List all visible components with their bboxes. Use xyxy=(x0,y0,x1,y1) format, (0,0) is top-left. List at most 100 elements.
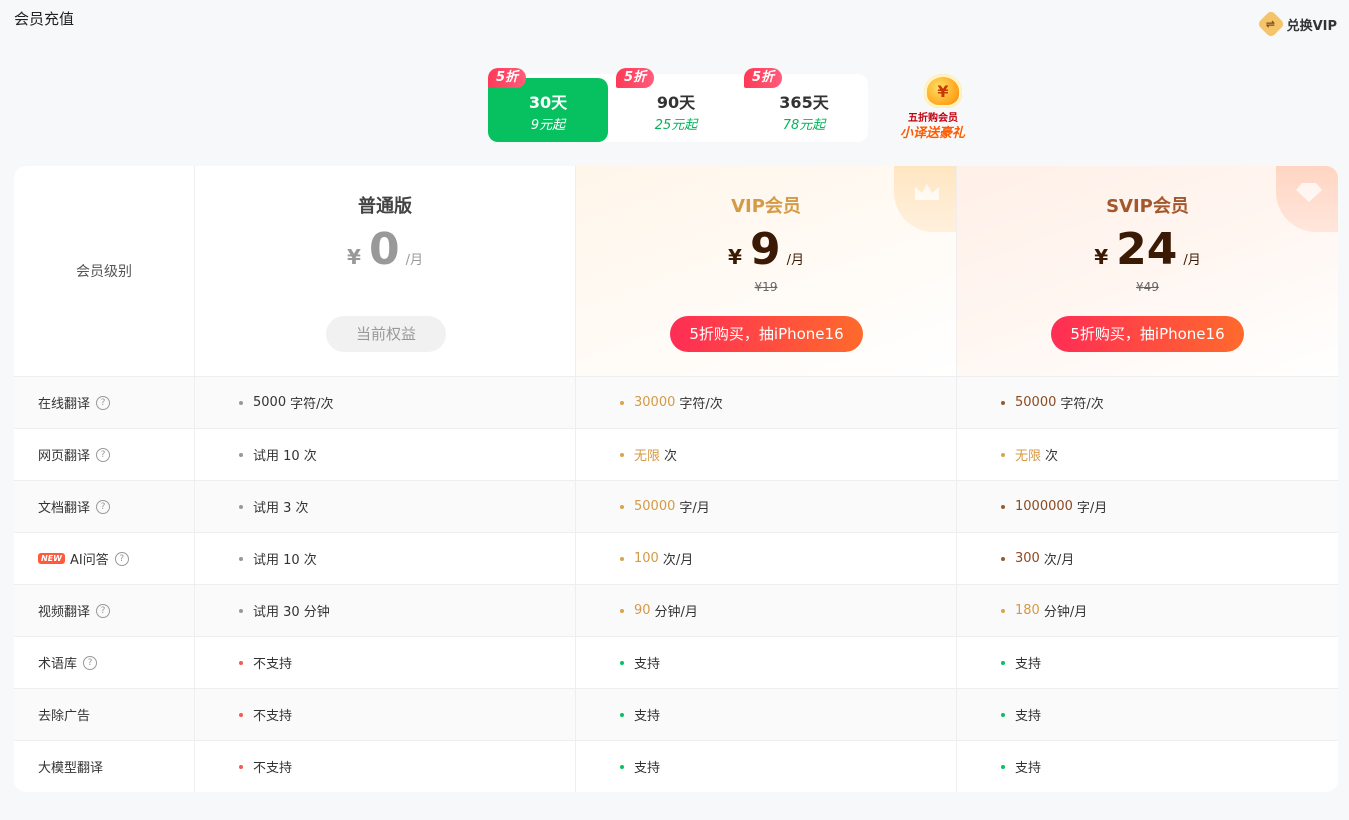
value-text: 支持 xyxy=(1015,657,1042,672)
svip-value-cell: 180 分钟/月 xyxy=(957,585,1338,636)
bullet-icon xyxy=(239,452,243,457)
feature-label: AI问答 xyxy=(69,553,109,568)
price-unit: /月 xyxy=(1183,253,1201,268)
vip-value-cell: 30000 字符/次 xyxy=(576,377,957,428)
plan-price: 78元起 xyxy=(782,118,826,133)
feature-row-online-translate: 在线翻译 ? 5000 字符/次 30000 字符/次 50000 字符/次 xyxy=(14,376,1338,428)
discount-badge: 5折 xyxy=(744,68,783,88)
feature-label: 网页翻译 xyxy=(38,449,91,464)
vip-value-cell: 90 分钟/月 xyxy=(576,585,957,636)
bullet-icon xyxy=(620,452,624,457)
value-unit: 字符/次 xyxy=(290,397,334,412)
plan-days: 30天 xyxy=(528,93,568,112)
feature-label-cell: 网页翻译 ? xyxy=(14,429,195,480)
value-amount: 30000 xyxy=(634,395,676,410)
value-amount: 50000 xyxy=(634,499,676,514)
plan-tab-365-days[interactable]: 5折 365天 78元起 xyxy=(744,68,864,142)
feature-row-web-translate: 网页翻译 ? 试用 10 次 无限次 无限次 xyxy=(14,428,1338,480)
bullet-icon xyxy=(239,400,243,405)
feature-label-cell: 在线翻译 ? xyxy=(14,377,195,428)
help-icon[interactable]: ? xyxy=(96,603,111,618)
value-text: 支持 xyxy=(634,657,661,672)
value-unit: 字符/次 xyxy=(1060,397,1104,412)
tier-name: 普通版 xyxy=(358,196,412,217)
bullet-icon xyxy=(239,764,243,769)
feature-label-cell: NEW AI问答 ? xyxy=(14,533,195,584)
basic-value-cell: 试用 10 次 xyxy=(195,533,576,584)
gift-coin-icon: ¥ xyxy=(924,74,962,108)
tier-svip: SVIP会员 ¥ 24 /月 ¥49 5折购买，抽iPhone16 xyxy=(957,166,1338,376)
feature-rows: 在线翻译 ? 5000 字符/次 30000 字符/次 50000 字符/次 网页翻译… xyxy=(14,376,1338,792)
value-text: 支持 xyxy=(1015,761,1042,776)
help-icon[interactable]: ? xyxy=(83,655,98,670)
current-benefits-button[interactable]: 当前权益 xyxy=(326,316,446,352)
discount-badge: 5折 xyxy=(616,68,655,88)
value-text: 不支持 xyxy=(253,761,293,776)
value-amount: 试用 3 次 xyxy=(253,501,309,516)
buy-vip-button[interactable]: 5折购买，抽iPhone16 xyxy=(670,316,863,352)
plan-tab-30-days[interactable]: 5折 30天 9元起 xyxy=(488,68,608,142)
price-amount: 0 xyxy=(368,224,400,275)
exchange-icon: ⇌ xyxy=(1256,9,1285,39)
feature-label: 术语库 xyxy=(38,657,78,672)
feature-label: 去除广告 xyxy=(38,709,91,724)
svip-value-cell: 1000000 字/月 xyxy=(957,481,1338,532)
feature-row-ai-qa: NEW AI问答 ? 试用 10 次 100 次/月 300 次/月 xyxy=(14,532,1338,584)
feature-row-llm-translate: 大模型翻译 不支持 支持 支持 xyxy=(14,740,1338,792)
feature-row-document-translate: 文档翻译 ? 试用 3 次 50000 字/月 1000000 字/月 xyxy=(14,480,1338,532)
bullet-icon xyxy=(1001,556,1005,561)
svip-value-cell: 支持 xyxy=(957,637,1338,688)
feature-label-cell: 术语库 ? xyxy=(14,637,195,688)
value-unit: 分钟/月 xyxy=(654,605,698,620)
bullet-icon xyxy=(1001,452,1005,457)
currency-symbol: ¥ xyxy=(347,245,361,269)
currency-symbol: ¥ xyxy=(1094,245,1109,269)
bullet-icon xyxy=(1001,400,1005,405)
vip-value-cell: 支持 xyxy=(576,741,957,792)
basic-value-cell: 不支持 xyxy=(195,637,576,688)
help-icon[interactable]: ? xyxy=(114,551,129,566)
svip-value-cell: 支持 xyxy=(957,741,1338,792)
plan-tab-90-days[interactable]: 5折 90天 25元起 xyxy=(616,68,736,142)
original-price: ¥49 xyxy=(1136,280,1159,294)
value-unit: 次/月 xyxy=(1043,553,1075,568)
price-amount: 9 xyxy=(749,224,781,275)
value-amount: 100 xyxy=(634,551,659,566)
value-amount: 试用 30 分钟 xyxy=(253,605,330,620)
value-unit: 次 xyxy=(664,449,678,464)
tier-price: ¥ 24 /月 xyxy=(957,224,1338,276)
feature-label: 在线翻译 xyxy=(38,397,91,412)
svip-value-cell: 无限次 xyxy=(957,429,1338,480)
redeem-vip-button[interactable]: ⇌ 兑换VIP xyxy=(1256,9,1337,39)
tier-label-header: 会员级别 xyxy=(14,166,195,376)
value-amount: 5000 xyxy=(253,395,287,410)
bullet-icon xyxy=(239,504,243,509)
help-icon[interactable]: ? xyxy=(96,499,111,514)
value-amount: 90 xyxy=(634,603,651,618)
vip-corner-badge xyxy=(894,166,956,232)
crown-icon xyxy=(915,184,939,200)
basic-value-cell: 不支持 xyxy=(195,741,576,792)
price-unit: /月 xyxy=(405,253,423,268)
bullet-icon xyxy=(239,660,243,665)
help-icon[interactable]: ? xyxy=(96,395,111,410)
promo-banner[interactable]: ¥ 五折购会员 小译送豪礼 xyxy=(898,72,988,142)
svip-value-cell: 50000 字符/次 xyxy=(957,377,1338,428)
bullet-icon xyxy=(620,556,624,561)
feature-label-cell: 文档翻译 ? xyxy=(14,481,195,532)
value-text: 不支持 xyxy=(253,709,293,724)
new-badge: NEW xyxy=(38,553,65,564)
feature-row-glossary: 术语库 ? 不支持 支持 支持 xyxy=(14,636,1338,688)
price-unit: /月 xyxy=(786,253,804,268)
help-icon[interactable]: ? xyxy=(96,447,111,462)
vip-value-cell: 无限次 xyxy=(576,429,957,480)
membership-comparison-table: 会员级别 普通版 ¥ 0 /月 当前权益 VIP会员 ¥ 9 /月 ¥19 5折… xyxy=(14,166,1338,792)
basic-value-cell: 试用 10 次 xyxy=(195,429,576,480)
original-price: ¥19 xyxy=(754,280,778,294)
value-amount: 试用 10 次 xyxy=(253,449,317,464)
diamond-icon xyxy=(1296,183,1322,202)
feature-label: 大模型翻译 xyxy=(38,761,104,776)
bullet-icon xyxy=(1001,608,1005,613)
buy-svip-button[interactable]: 5折购买，抽iPhone16 xyxy=(1051,316,1244,352)
bullet-icon xyxy=(1001,504,1005,509)
